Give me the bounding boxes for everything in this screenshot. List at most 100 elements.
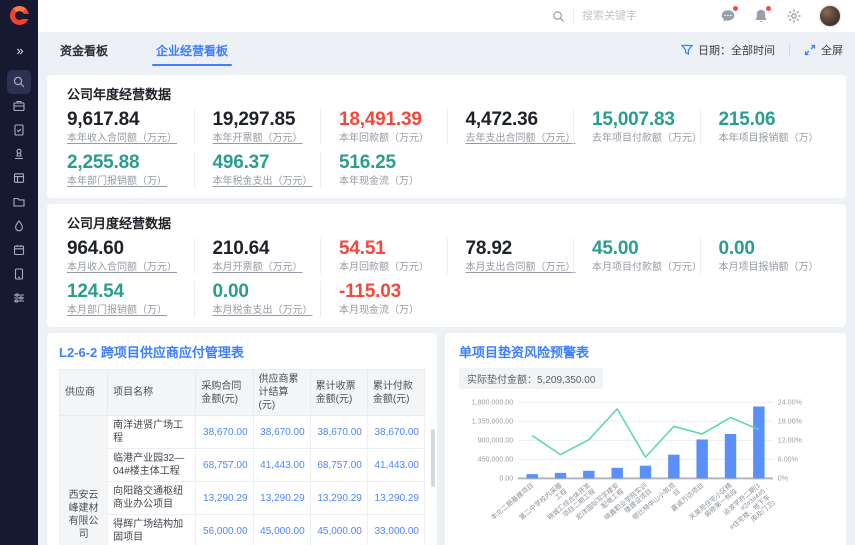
amount-cell: 45,000.00 bbox=[253, 515, 310, 545]
amount-cell: 13,290.29 bbox=[253, 482, 310, 515]
search-divider bbox=[573, 9, 574, 23]
app-root: » bbox=[0, 0, 855, 545]
stat-label[interactable]: 本月部门报销额（万） bbox=[67, 305, 194, 317]
message-icon[interactable] bbox=[720, 8, 736, 24]
monthly-stats-grid: 964.60本月收入合同额（万元）210.64本月开票额（万元）54.51本月回… bbox=[67, 238, 826, 317]
bell-icon[interactable] bbox=[753, 8, 769, 24]
amount-cell: 13,290.29 bbox=[367, 482, 424, 515]
amount-cell: 41,443.00 bbox=[367, 449, 424, 482]
stat-value: 2,255.88 bbox=[67, 152, 194, 173]
table-header-cell: 采购合同金额(元) bbox=[196, 370, 253, 416]
stat-item: 78.92 本月支出合同额（万元） bbox=[447, 238, 574, 274]
supplier-cell: 西安云峰建材有限公司 bbox=[60, 416, 108, 545]
stat-item: 215.06本年项目报销额（万） bbox=[700, 109, 827, 145]
stat-label[interactable]: 本年收入合同额（万元） bbox=[67, 133, 194, 145]
stat-label[interactable]: 本月收入合同额（万元） bbox=[67, 262, 194, 274]
bar[interactable] bbox=[583, 471, 594, 479]
bar[interactable] bbox=[640, 466, 651, 479]
stat-value: 516.25 bbox=[339, 152, 447, 173]
stat-value: 210.64 bbox=[213, 238, 321, 259]
stat-value: 0.00 bbox=[719, 238, 827, 259]
bar[interactable] bbox=[753, 406, 764, 478]
app-logo-icon[interactable] bbox=[10, 6, 29, 25]
fullscreen-label: 全屏 bbox=[821, 42, 843, 58]
right-axis-tick: 12.00% bbox=[778, 437, 803, 445]
sidebar-search-icon[interactable] bbox=[7, 70, 31, 94]
amount-cell: 33,000.00 bbox=[367, 515, 424, 545]
stat-value: 54.51 bbox=[339, 238, 447, 259]
sidebar-expand-icon[interactable]: » bbox=[16, 43, 21, 58]
stat-value: 964.60 bbox=[67, 238, 194, 259]
stat-label[interactable]: 本年开票额（万元） bbox=[213, 133, 321, 145]
stat-item: -115.03本月现金流（万） bbox=[320, 281, 447, 317]
supplier-table-title: L2-6-2 跨项目供应商应付管理表 bbox=[59, 342, 425, 361]
amount-cell: 45,000.00 bbox=[310, 515, 367, 545]
stat-label[interactable]: 本年税金支出（万元） bbox=[213, 176, 321, 188]
user-avatar[interactable] bbox=[819, 5, 841, 27]
stat-label[interactable]: 去年支出合同额（万元） bbox=[466, 133, 574, 145]
stat-value: 9,617.84 bbox=[67, 109, 194, 130]
sidebar-sliders-icon[interactable] bbox=[7, 286, 31, 310]
table-header-cell: 累计收票金额(元) bbox=[310, 370, 367, 416]
project-name-cell: 得辉广场结构加固项目 bbox=[108, 515, 196, 545]
tab-bar: 资金看板 企业经营看板 日期：全部时间 全屏 bbox=[38, 32, 855, 68]
sidebar-calculator-icon[interactable] bbox=[7, 166, 31, 190]
stat-item: 496.37本年税金支出（万元） bbox=[194, 152, 321, 188]
date-filter[interactable]: 日期：全部时间 bbox=[681, 42, 775, 58]
gear-icon[interactable] bbox=[786, 8, 802, 24]
left-axis-tick: 0.00 bbox=[499, 475, 513, 483]
left-axis-tick: 900,000.00 bbox=[478, 437, 514, 445]
stat-label: 本月项目报销额（万） bbox=[719, 262, 827, 274]
stat-value: 45.00 bbox=[592, 238, 700, 259]
stat-item: 9,617.84 本年收入合同额（万元） bbox=[67, 109, 194, 145]
bar[interactable] bbox=[696, 439, 707, 478]
sidebar-stamp-icon[interactable] bbox=[7, 142, 31, 166]
annual-card-title: 公司年度经营数据 bbox=[67, 84, 826, 103]
amount-cell: 41,443.00 bbox=[253, 449, 310, 482]
bar[interactable] bbox=[526, 474, 537, 478]
sidebar-building-icon[interactable] bbox=[7, 94, 31, 118]
table-row: 得辉广场结构加固项目56,000.0045,000.0045,000.0033,… bbox=[60, 515, 425, 545]
stat-value: 78.92 bbox=[466, 238, 574, 259]
sidebar-droplet-icon[interactable] bbox=[7, 214, 31, 238]
tab-enterprise-dashboard[interactable]: 企业经营看板 bbox=[156, 32, 228, 68]
risk-chart-card: 单项目垫资风险预警表 实际垫付金额：5,209,350.00 0.000%450… bbox=[445, 333, 846, 545]
bar[interactable] bbox=[611, 468, 622, 479]
stat-label: 本月现金流（万） bbox=[339, 305, 447, 317]
stat-label[interactable]: 本月开票额（万元） bbox=[213, 262, 321, 274]
table-scrollbar[interactable] bbox=[431, 429, 435, 487]
amount-cell: 13,290.29 bbox=[310, 482, 367, 515]
stat-label[interactable]: 本年部门报销额（万） bbox=[67, 176, 194, 188]
search-input[interactable] bbox=[582, 10, 672, 22]
table-header-cell: 供应商累计结算(元) bbox=[253, 370, 310, 416]
stat-value: 124.54 bbox=[67, 281, 194, 302]
sidebar-calendar-icon[interactable] bbox=[7, 238, 31, 262]
filter-icon bbox=[681, 44, 693, 56]
sidebar-tablet-icon[interactable] bbox=[7, 262, 31, 286]
global-search bbox=[552, 9, 672, 23]
sidebar-document-check-icon[interactable] bbox=[7, 118, 31, 142]
monthly-stats-card: 公司月度经营数据 964.60 本月收入合同额（万元） 210.64 本月开票额（万元… bbox=[47, 204, 846, 327]
bar[interactable] bbox=[555, 473, 566, 478]
bar[interactable] bbox=[725, 434, 736, 478]
right-axis-tick: 6.00% bbox=[778, 456, 799, 464]
table-header-cell: 项目名称 bbox=[108, 370, 196, 416]
stat-item: 19,297.85本年开票额（万元） bbox=[194, 109, 321, 145]
table-header-cell: 供应商 bbox=[60, 370, 108, 416]
stat-label: 去年项目付款额（万元） bbox=[592, 133, 700, 145]
annual-stats-grid: 9,617.84本年收入合同额（万元）19,297.85本年开票额（万元）18,… bbox=[67, 109, 826, 188]
tab-funds-dashboard[interactable]: 资金看板 bbox=[60, 32, 108, 68]
stat-value: 215.06 bbox=[719, 109, 827, 130]
left-axis-tick: 1,350,000.00 bbox=[472, 418, 514, 426]
sidebar-folder-icon[interactable] bbox=[7, 190, 31, 214]
stat-label[interactable]: 本月税金支出（万元） bbox=[213, 305, 321, 317]
monthly-card-title: 公司月度经营数据 bbox=[67, 213, 826, 232]
stat-label[interactable]: 本月支出合同额（万元） bbox=[466, 262, 574, 274]
bar[interactable] bbox=[668, 455, 679, 479]
stat-value: 0.00 bbox=[213, 281, 321, 302]
amount-cell: 56,000.00 bbox=[196, 515, 253, 545]
actual-advance-badge: 实际垫付金额：5,209,350.00 bbox=[459, 368, 603, 389]
amount-cell: 13,290.29 bbox=[196, 482, 253, 515]
fullscreen-button[interactable]: 全屏 bbox=[804, 42, 843, 58]
message-badge bbox=[733, 6, 738, 11]
